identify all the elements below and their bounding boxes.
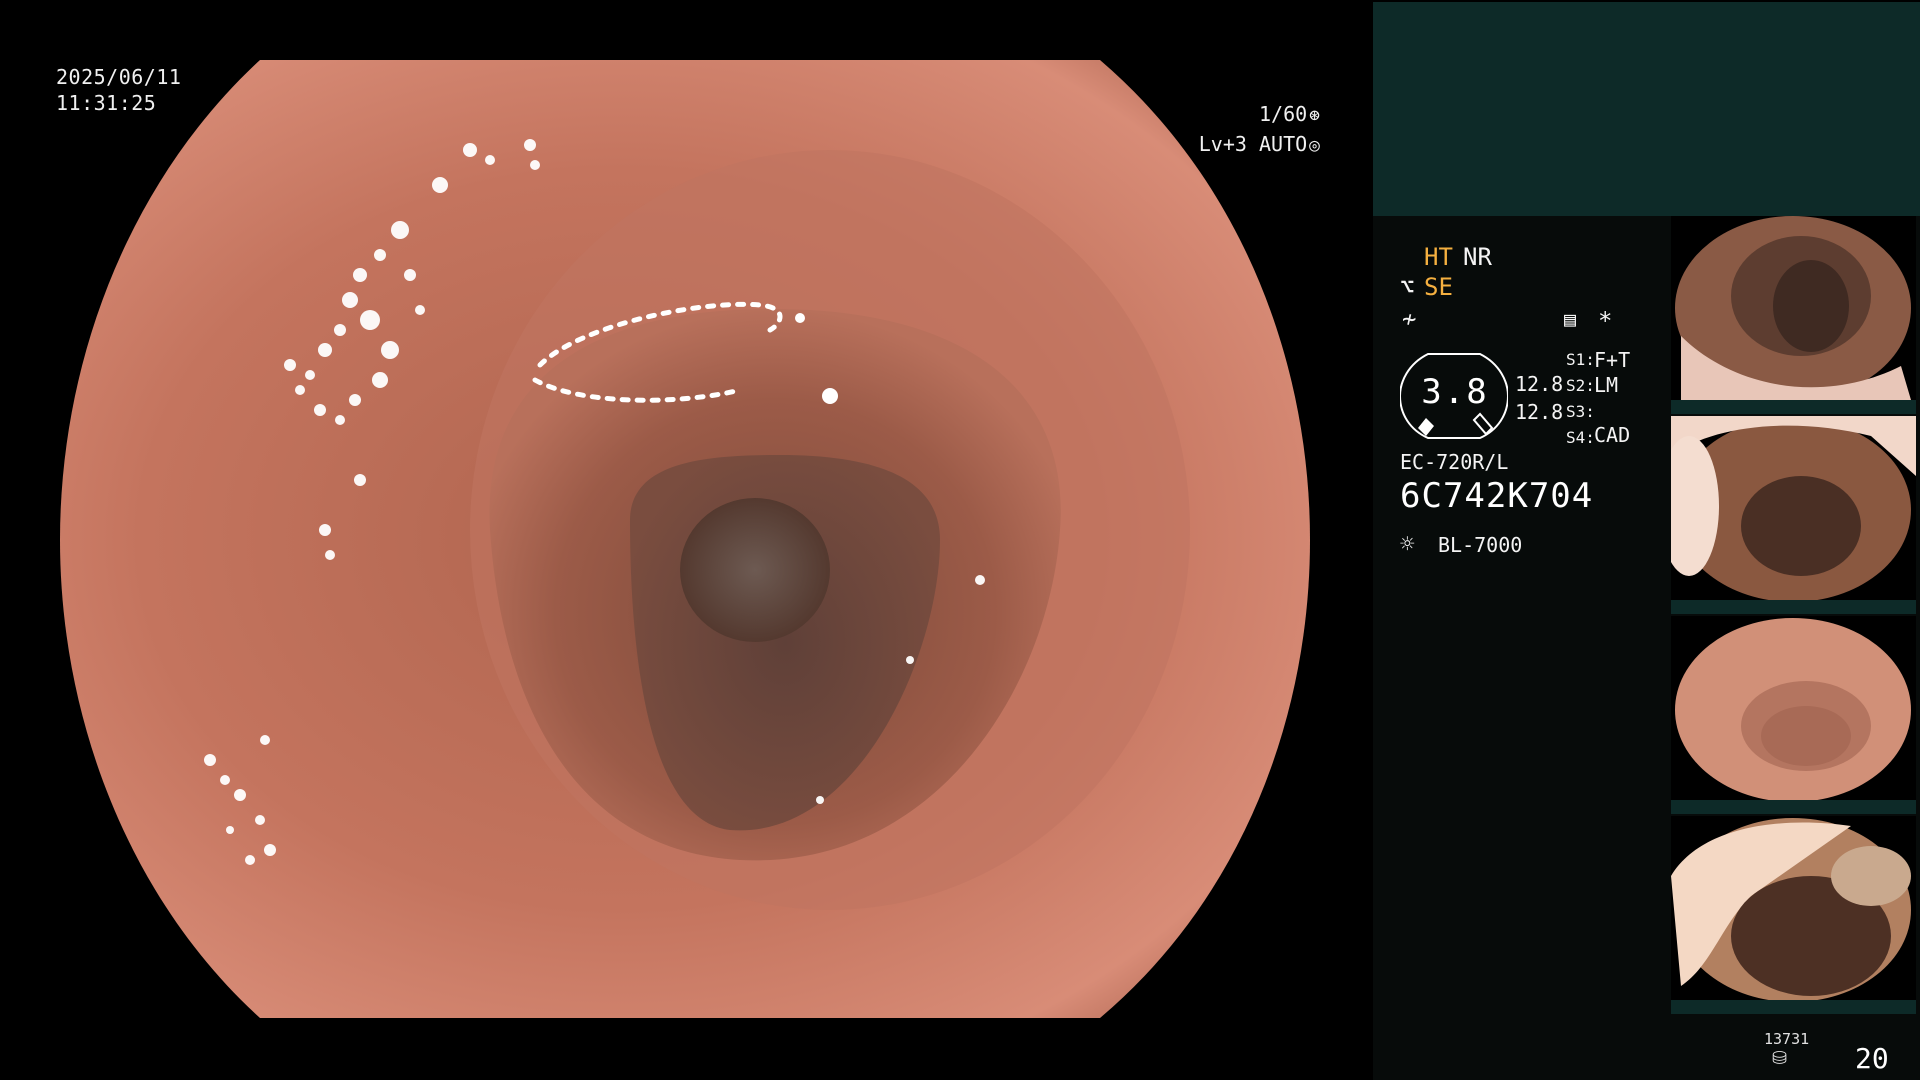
nr-indicator: NR <box>1463 243 1492 271</box>
readout-2: 12.8 <box>1515 400 1564 424</box>
scope-model: EC-720R/L <box>1400 450 1509 474</box>
scope-serial: 6C742K704 <box>1400 476 1594 516</box>
date: 2025/06/11 <box>56 65 182 89</box>
light-source-icon: ☼ <box>1400 530 1415 558</box>
exposure-readout: 1/60 ⊛ Lv+3 AUTO ◎ <box>1199 100 1320 160</box>
freeze-icon: ≁ <box>1402 305 1417 333</box>
storage-icon: ⛁ <box>1772 1048 1788 1069</box>
thumbnail-4[interactable] <box>1671 816 1916 1014</box>
asterisk-indicator: * <box>1598 307 1613 335</box>
image-counter: 13731 <box>1764 1030 1810 1048</box>
shutter-speed: 1/60 <box>1258 102 1308 126</box>
thumbnail-2[interactable] <box>1671 416 1916 614</box>
thumbnail-3[interactable] <box>1671 616 1916 814</box>
switch-1-value: F+T <box>1594 348 1631 372</box>
structure-enhance-icon: ⌥ <box>1400 273 1415 301</box>
switch-4-label: S4: <box>1566 428 1595 447</box>
aperture-icon: ⊛ <box>1309 105 1320 126</box>
time: 11:31:25 <box>56 91 157 115</box>
timestamp: 2025/06/11 11:31:25 <box>56 64 181 116</box>
zoom-value: 3.8 <box>1421 372 1489 412</box>
switch-3-label: S3: <box>1566 402 1595 421</box>
brightness-level: Lv+3 <box>1198 132 1247 156</box>
switch-2-label: S2: <box>1566 376 1595 395</box>
switch-2-value: LM <box>1594 373 1619 397</box>
readout-1: 12.8 <box>1515 372 1564 396</box>
se-indicator: SE <box>1424 273 1453 301</box>
iris-mode: AUTO <box>1258 132 1308 156</box>
switch-4-value: CAD <box>1594 423 1631 447</box>
settings-list-icon: ▤ <box>1564 307 1577 331</box>
endoscope-view <box>60 60 1310 1018</box>
shutter-row: 1/60 ⊛ <box>1199 100 1320 130</box>
capture-thumbnails <box>1671 216 1920 1016</box>
switch-1-label: S1: <box>1566 350 1595 369</box>
top-panel <box>1373 2 1920 216</box>
level-row: Lv+3 AUTO ◎ <box>1199 130 1320 160</box>
capture-count: 20 <box>1855 1042 1889 1075</box>
light-source: BL-7000 <box>1438 533 1523 557</box>
ht-indicator: HT <box>1424 243 1453 271</box>
thumbnail-1[interactable] <box>1671 216 1916 414</box>
auto-iris-icon: ◎ <box>1309 135 1320 156</box>
